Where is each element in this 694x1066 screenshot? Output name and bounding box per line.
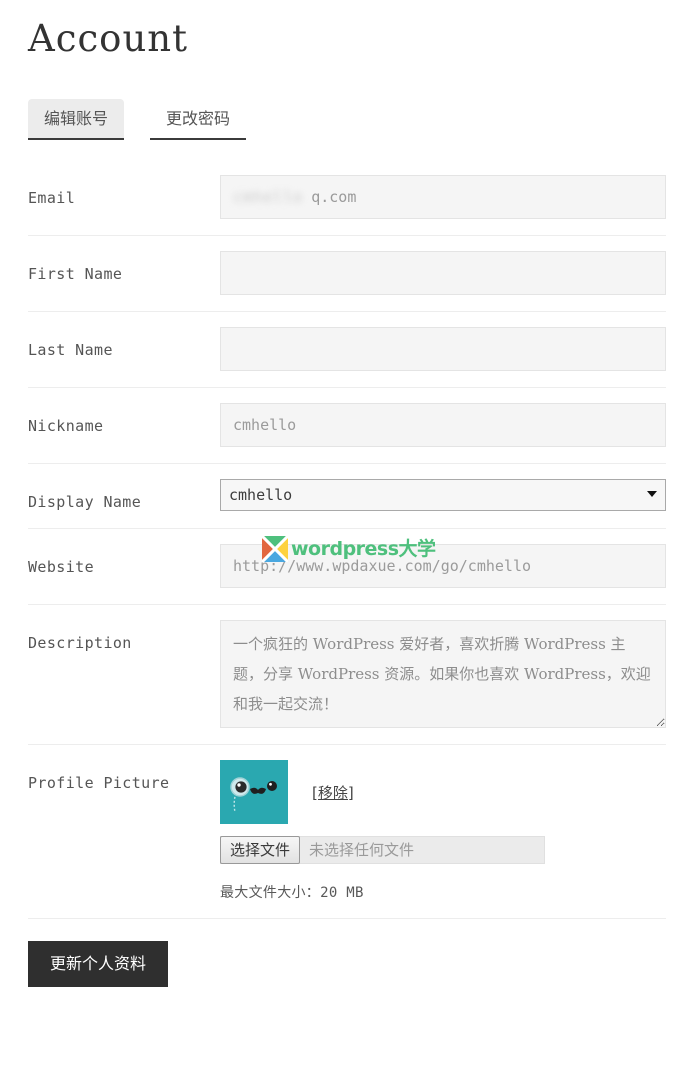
email-visible-text: q.com	[311, 188, 357, 207]
page-title: Account	[28, 17, 188, 60]
label-display-name: Display Name	[28, 493, 142, 512]
field-row-display-name: Display Name cmhello	[28, 464, 666, 530]
email-input[interactable]: cmhello q.com	[220, 175, 666, 220]
field-website	[220, 544, 666, 589]
remove-avatar-link[interactable]: [移除]	[312, 782, 354, 803]
avatar-line: [移除]	[220, 760, 666, 825]
account-tabs: 编辑账号 更改密码	[28, 99, 666, 141]
field-row-first-name: First Name	[28, 236, 666, 313]
description-textarea[interactable]: 一个疯狂的 WordPress 爱好者，喜欢折腾 WordPress 主题，分享…	[220, 620, 666, 729]
field-email: cmhello q.com	[220, 175, 666, 220]
display-name-select[interactable]: cmhello	[220, 479, 666, 512]
label-website: Website	[28, 558, 95, 577]
tab-edit-account[interactable]: 编辑账号	[28, 99, 125, 141]
label-description: Description	[28, 634, 132, 653]
avatar	[220, 760, 288, 825]
selected-file-name: 未选择任何文件	[309, 841, 415, 860]
label-first-name: First Name	[28, 265, 123, 284]
account-page: Account 编辑账号 更改密码 Email cmhello q.com Fi…	[0, 0, 694, 988]
label-nickname: Nickname	[28, 417, 104, 436]
label-email: Email	[28, 189, 76, 208]
avatar-face-icon	[220, 760, 288, 825]
email-redacted-text: cmhello	[233, 188, 304, 207]
field-row-website: Website	[28, 529, 666, 606]
field-display-name: cmhello	[220, 479, 666, 512]
avatar-file-input[interactable]: 选择文件 未选择任何文件	[220, 836, 545, 865]
field-description: 一个疯狂的 WordPress 爱好者，喜欢折腾 WordPress 主题，分享…	[220, 620, 666, 729]
display-name-select-wrap: cmhello	[220, 479, 666, 512]
tab-change-password[interactable]: 更改密码	[150, 99, 247, 141]
first-name-input[interactable]	[220, 251, 666, 296]
field-row-email: Email cmhello q.com	[28, 160, 666, 237]
label-profile-picture: Profile Picture	[28, 774, 170, 793]
account-form: Email cmhello q.com First Name Last Name	[28, 160, 666, 920]
field-nickname	[220, 403, 666, 448]
field-row-description: Description 一个疯狂的 WordPress 爱好者，喜欢折腾 Wor…	[28, 605, 666, 746]
max-file-size-text: 最大文件大小：20 MB	[220, 885, 364, 902]
last-name-input[interactable]	[220, 327, 666, 372]
label-last-name: Last Name	[28, 341, 113, 360]
field-first-name	[220, 251, 666, 296]
field-profile-picture: [移除] 选择文件 未选择任何文件 最大文件大小：20 MB	[220, 760, 666, 902]
update-profile-button[interactable]: 更新个人资料	[28, 941, 169, 988]
field-row-last-name: Last Name	[28, 312, 666, 389]
field-row-nickname: Nickname	[28, 388, 666, 465]
choose-file-button[interactable]: 选择文件	[220, 836, 301, 865]
field-last-name	[220, 327, 666, 372]
field-row-profile-picture: Profile Picture [移除] 选择文件 未选择任何文件 最大文件大小…	[28, 745, 666, 920]
submit-area: 更新个人资料	[28, 919, 666, 988]
website-input[interactable]	[220, 544, 666, 589]
nickname-input[interactable]	[220, 403, 666, 448]
